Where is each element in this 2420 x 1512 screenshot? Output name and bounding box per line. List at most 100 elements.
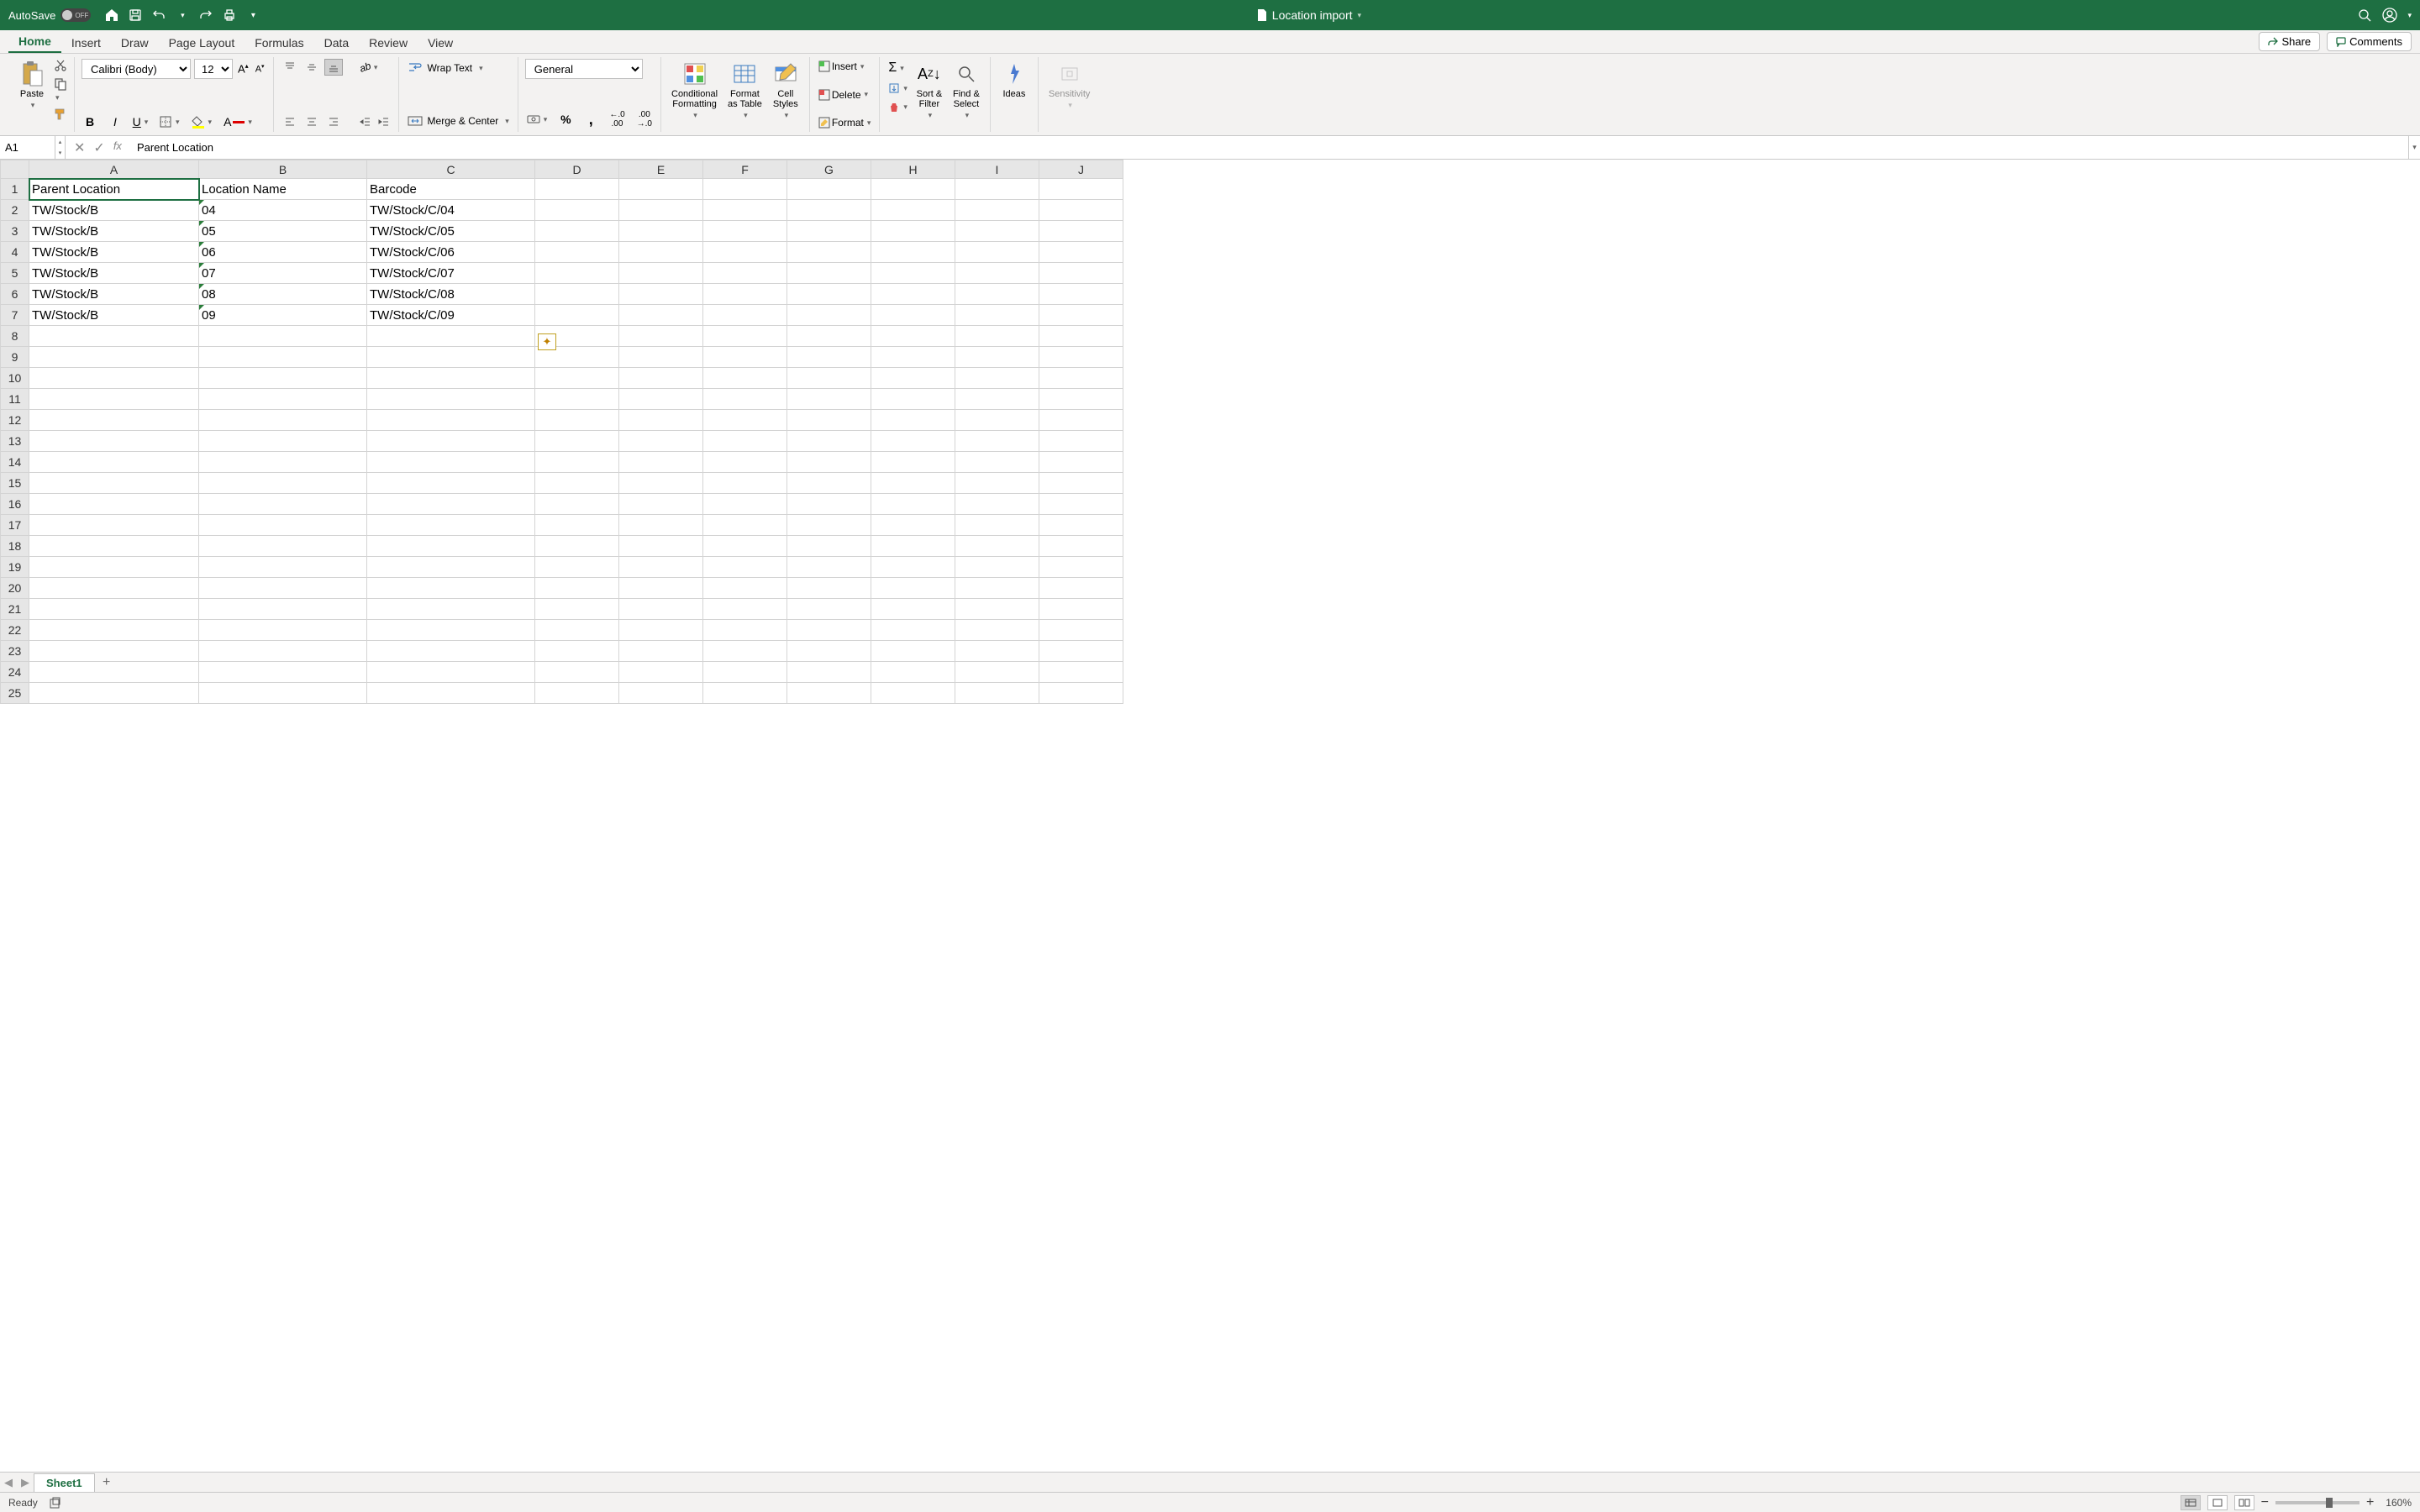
cell[interactable] bbox=[535, 305, 619, 326]
row-header[interactable]: 3 bbox=[1, 221, 29, 242]
row-header[interactable]: 11 bbox=[1, 389, 29, 410]
row-header[interactable]: 4 bbox=[1, 242, 29, 263]
redo-icon[interactable] bbox=[198, 8, 213, 23]
cell[interactable] bbox=[367, 578, 535, 599]
cell[interactable] bbox=[787, 662, 871, 683]
cell[interactable] bbox=[199, 578, 367, 599]
cell[interactable] bbox=[535, 284, 619, 305]
cell[interactable] bbox=[535, 389, 619, 410]
cell[interactable] bbox=[1039, 641, 1123, 662]
cell[interactable] bbox=[955, 557, 1039, 578]
cell[interactable] bbox=[199, 557, 367, 578]
smart-tag-icon[interactable]: ✦ bbox=[538, 333, 556, 350]
cell[interactable]: 05 bbox=[199, 221, 367, 242]
cell[interactable] bbox=[29, 494, 199, 515]
decrease-font-button[interactable]: A▾ bbox=[254, 61, 266, 76]
cell[interactable]: 08 bbox=[199, 284, 367, 305]
align-right-button[interactable] bbox=[324, 113, 343, 130]
cell[interactable] bbox=[619, 221, 703, 242]
cell[interactable] bbox=[955, 578, 1039, 599]
cell[interactable] bbox=[619, 515, 703, 536]
cell[interactable] bbox=[871, 557, 955, 578]
cell[interactable] bbox=[619, 683, 703, 704]
cell[interactable] bbox=[619, 305, 703, 326]
cell[interactable] bbox=[955, 368, 1039, 389]
decrease-indent-button[interactable] bbox=[358, 114, 373, 129]
cell[interactable] bbox=[871, 368, 955, 389]
cell[interactable] bbox=[1039, 473, 1123, 494]
increase-indent-button[interactable] bbox=[376, 114, 392, 129]
column-header[interactable]: F bbox=[703, 160, 787, 179]
cell[interactable] bbox=[1039, 242, 1123, 263]
cell[interactable] bbox=[703, 620, 787, 641]
cell[interactable] bbox=[955, 284, 1039, 305]
cell[interactable] bbox=[703, 431, 787, 452]
cell[interactable] bbox=[29, 683, 199, 704]
cell[interactable] bbox=[619, 410, 703, 431]
undo-icon[interactable] bbox=[151, 8, 166, 23]
cell[interactable]: 06 bbox=[199, 242, 367, 263]
column-header[interactable]: C bbox=[367, 160, 535, 179]
cell[interactable] bbox=[703, 221, 787, 242]
comments-button[interactable]: Comments bbox=[2327, 32, 2412, 51]
cell[interactable] bbox=[871, 599, 955, 620]
cell[interactable] bbox=[367, 536, 535, 557]
format-as-table-button[interactable]: Format as Table ▾ bbox=[724, 59, 765, 122]
underline-button[interactable]: U▾ bbox=[132, 113, 149, 130]
row-header[interactable]: 14 bbox=[1, 452, 29, 473]
autosave-toggle[interactable]: AutoSave OFF bbox=[8, 8, 91, 22]
cell[interactable]: Parent Location bbox=[29, 179, 199, 200]
cell[interactable] bbox=[787, 410, 871, 431]
cell[interactable] bbox=[871, 410, 955, 431]
find-select-button[interactable]: Find & Select ▾ bbox=[950, 59, 983, 122]
cell[interactable] bbox=[1039, 305, 1123, 326]
cell[interactable] bbox=[199, 599, 367, 620]
row-header[interactable]: 18 bbox=[1, 536, 29, 557]
cell[interactable]: Barcode bbox=[367, 179, 535, 200]
align-top-button[interactable] bbox=[281, 59, 299, 76]
cell[interactable] bbox=[787, 473, 871, 494]
cell[interactable] bbox=[871, 620, 955, 641]
ideas-button[interactable]: Ideas bbox=[997, 59, 1031, 101]
row-header[interactable]: 23 bbox=[1, 641, 29, 662]
cell[interactable]: TW/Stock/B bbox=[29, 242, 199, 263]
home-icon[interactable] bbox=[104, 8, 119, 23]
increase-font-button[interactable]: A▴ bbox=[236, 60, 250, 76]
cell[interactable] bbox=[1039, 347, 1123, 368]
cell[interactable] bbox=[871, 641, 955, 662]
cell[interactable] bbox=[955, 536, 1039, 557]
cell[interactable] bbox=[199, 410, 367, 431]
cell[interactable] bbox=[871, 452, 955, 473]
cell[interactable] bbox=[703, 242, 787, 263]
cell[interactable] bbox=[29, 431, 199, 452]
cell[interactable] bbox=[367, 410, 535, 431]
cell[interactable] bbox=[535, 662, 619, 683]
row-header[interactable]: 7 bbox=[1, 305, 29, 326]
italic-button[interactable]: I bbox=[107, 113, 124, 130]
cell[interactable] bbox=[199, 620, 367, 641]
percent-button[interactable]: % bbox=[557, 111, 574, 128]
cell[interactable] bbox=[367, 620, 535, 641]
select-all-corner[interactable] bbox=[1, 160, 29, 179]
merge-center-button[interactable]: Merge & Center ▾ bbox=[406, 112, 511, 130]
format-painter-icon[interactable] bbox=[54, 108, 67, 121]
cell[interactable] bbox=[619, 347, 703, 368]
tab-view[interactable]: View bbox=[418, 33, 463, 53]
cell[interactable] bbox=[955, 179, 1039, 200]
cell[interactable] bbox=[619, 473, 703, 494]
cell[interactable]: TW/Stock/C/06 bbox=[367, 242, 535, 263]
cell[interactable] bbox=[703, 473, 787, 494]
cell[interactable] bbox=[955, 263, 1039, 284]
cell[interactable] bbox=[199, 473, 367, 494]
cut-icon[interactable] bbox=[54, 59, 67, 72]
cell[interactable] bbox=[367, 452, 535, 473]
cell[interactable] bbox=[367, 662, 535, 683]
font-name-select[interactable]: Calibri (Body) bbox=[82, 59, 191, 79]
cell[interactable] bbox=[787, 641, 871, 662]
cell[interactable] bbox=[367, 431, 535, 452]
fill-color-button[interactable]: ▾ bbox=[190, 113, 214, 130]
row-header[interactable]: 5 bbox=[1, 263, 29, 284]
cell[interactable] bbox=[367, 641, 535, 662]
cell[interactable] bbox=[1039, 515, 1123, 536]
row-header[interactable]: 19 bbox=[1, 557, 29, 578]
